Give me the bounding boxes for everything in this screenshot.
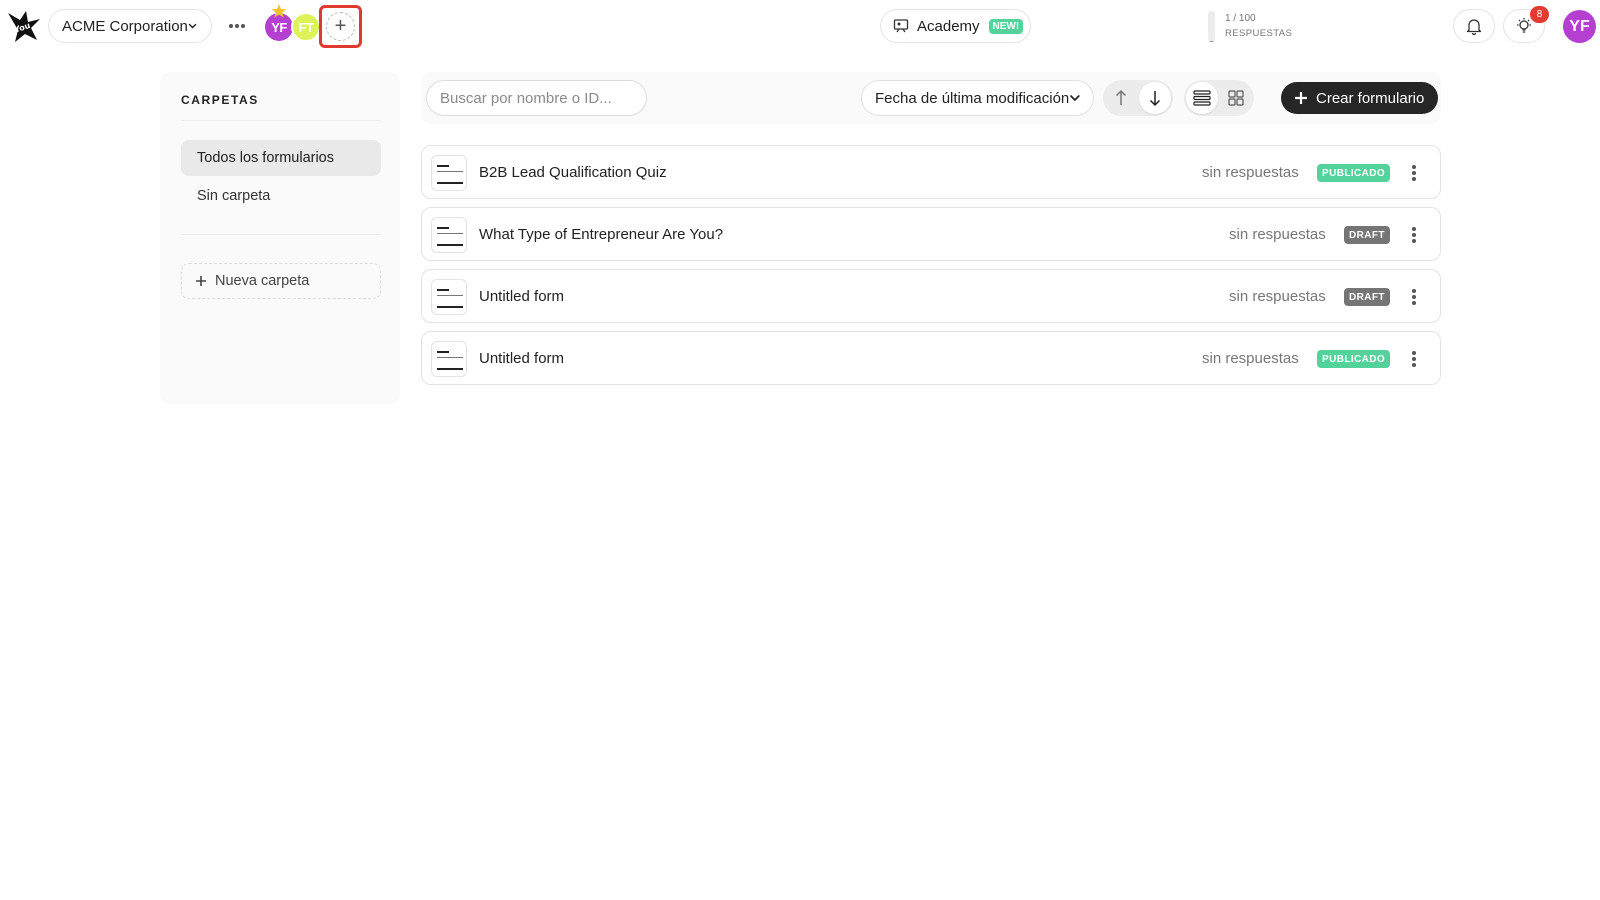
quota-progress-fill — [1208, 41, 1215, 42]
sort-descending-button[interactable] — [1139, 82, 1171, 114]
app-logo-icon[interactable]: You — [6, 8, 42, 44]
form-options-kebab-icon[interactable] — [1402, 161, 1426, 185]
plus-icon — [196, 276, 206, 286]
new-folder-button[interactable]: Nueva carpeta — [181, 263, 381, 299]
sort-direction-toggle — [1103, 80, 1173, 116]
form-responses: sin respuestas — [1229, 226, 1326, 243]
bell-icon — [1466, 18, 1482, 35]
academy-button[interactable]: Academy NEW! — [880, 9, 1031, 43]
quota-count: 1 / 100 — [1225, 13, 1256, 24]
plus-icon — [1295, 92, 1307, 104]
folders-sidebar: CARPETAS Todos los formularios Sin carpe… — [160, 72, 400, 404]
status-badge: PUBLICADO — [1317, 164, 1391, 182]
form-thumbnail-icon — [431, 279, 467, 315]
form-thumbnail-icon — [431, 217, 467, 253]
form-title[interactable]: Untitled form — [479, 350, 564, 367]
owner-star-icon — [271, 4, 287, 18]
folder-item-no-folder[interactable]: Sin carpeta — [181, 178, 381, 214]
status-badge: DRAFT — [1344, 226, 1390, 244]
form-row[interactable]: B2B Lead Qualification Quiz sin respuest… — [421, 145, 1441, 199]
create-form-label: Crear formulario — [1316, 89, 1425, 107]
sidebar-title: CARPETAS — [181, 93, 259, 107]
arrow-down-icon — [1149, 91, 1161, 107]
workspace-selector[interactable]: ACME Corporation — [48, 9, 212, 43]
form-options-kebab-icon[interactable] — [1402, 347, 1426, 371]
form-row[interactable]: Untitled form sin respuestas PUBLICADO — [421, 331, 1441, 385]
form-thumbnail-icon — [431, 341, 467, 377]
academy-label: Academy — [917, 17, 980, 35]
create-form-button[interactable]: Crear formulario — [1281, 82, 1438, 114]
notifications-button[interactable] — [1453, 9, 1495, 43]
responses-quota: 1 / 100 RESPUESTAS — [1208, 10, 1318, 42]
grid-view-button[interactable] — [1220, 82, 1252, 114]
status-badge: DRAFT — [1344, 288, 1390, 306]
form-options-kebab-icon[interactable] — [1402, 285, 1426, 309]
chevron-down-icon — [1070, 95, 1080, 102]
form-responses: sin respuestas — [1202, 350, 1299, 367]
form-responses: sin respuestas — [1202, 164, 1299, 181]
sort-select[interactable]: Fecha de última modificación — [861, 80, 1094, 116]
quota-label: RESPUESTAS — [1225, 28, 1293, 39]
member-avatar-ft[interactable]: FT — [291, 12, 321, 42]
search-input[interactable] — [426, 80, 647, 116]
workspace-name: ACME Corporation — [62, 17, 188, 35]
form-row[interactable]: What Type of Entrepreneur Are You? sin r… — [421, 207, 1441, 261]
arrow-up-icon — [1115, 89, 1127, 105]
sort-select-label: Fecha de última modificación — [875, 89, 1070, 107]
lightbulb-icon — [1517, 18, 1531, 33]
form-title[interactable]: What Type of Entrepreneur Are You? — [479, 226, 723, 243]
form-thumbnail-icon — [431, 155, 467, 191]
quota-progress-bar — [1208, 11, 1215, 42]
form-options-kebab-icon[interactable] — [1402, 223, 1426, 247]
new-folder-label: Nueva carpeta — [215, 273, 310, 289]
folder-item-all-forms[interactable]: Todos los formularios — [181, 140, 381, 176]
more-options-icon[interactable] — [226, 16, 248, 36]
top-bar: You ACME Corporation YF FT + Academy NEW… — [0, 0, 1600, 54]
academy-new-badge: NEW! — [988, 18, 1024, 34]
chevron-down-icon — [188, 23, 197, 29]
sort-ascending-button[interactable] — [1105, 82, 1137, 114]
status-badge: PUBLICADO — [1317, 350, 1391, 368]
forms-toolbar: Fecha de última modificación — [421, 72, 1441, 124]
sidebar-divider — [181, 120, 381, 121]
sidebar-divider — [181, 234, 381, 235]
list-view-icon — [1193, 90, 1211, 106]
list-view-button[interactable] — [1186, 82, 1218, 114]
user-avatar[interactable]: YF — [1563, 10, 1596, 43]
grid-view-icon — [1228, 90, 1244, 106]
form-title[interactable]: B2B Lead Qualification Quiz — [479, 164, 667, 181]
view-mode-toggle — [1184, 80, 1254, 116]
notification-count-badge: 8 — [1530, 6, 1549, 23]
form-responses: sin respuestas — [1229, 288, 1326, 305]
form-row[interactable]: Untitled form sin respuestas DRAFT — [421, 269, 1441, 323]
invite-member-button[interactable]: + — [326, 12, 355, 41]
academy-presentation-icon — [893, 19, 909, 33]
form-title[interactable]: Untitled form — [479, 288, 564, 305]
